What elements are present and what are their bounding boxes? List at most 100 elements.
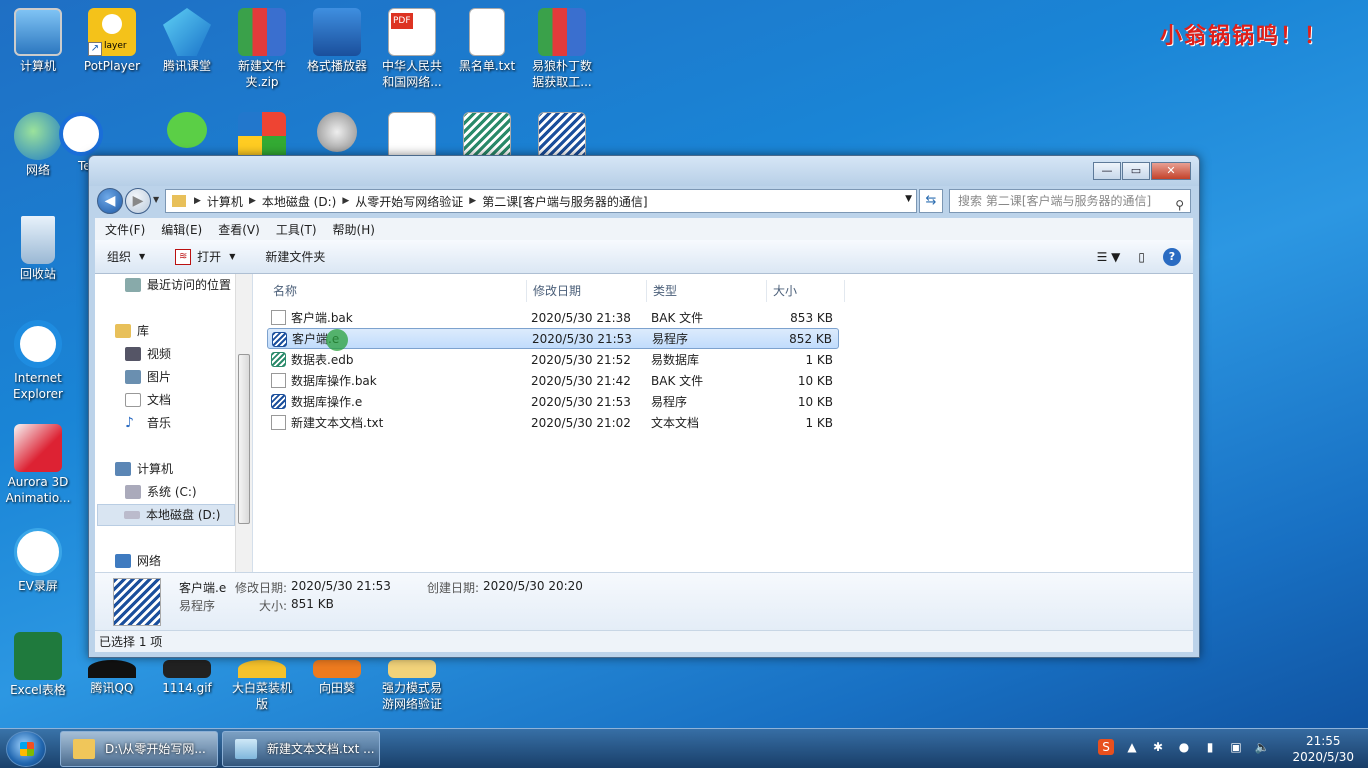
- file-row[interactable]: 新建文本文档.txt 2020/5/30 21:02 文本文档 1 KB: [267, 412, 839, 433]
- address-dropdown-icon[interactable]: ▼: [905, 194, 912, 204]
- e-program-icon: [538, 112, 586, 160]
- breadcrumb-folder[interactable]: 从零开始写网络验证: [355, 193, 463, 210]
- close-button[interactable]: ✕: [1151, 162, 1191, 180]
- breadcrumb-drive-d[interactable]: 本地磁盘 (D:): [262, 193, 336, 210]
- desktop-icon-tools2[interactable]: [302, 112, 372, 154]
- maximize-button[interactable]: ▭: [1122, 162, 1150, 180]
- desktop-icon-ev[interactable]: EV录屏: [3, 528, 73, 594]
- breadcrumb-separator-icon[interactable]: ▶: [194, 196, 201, 206]
- nav-libraries[interactable]: 库: [115, 320, 149, 342]
- file-row-selected[interactable]: 客户端.e 2020/5/30 21:53 易程序 852 KB: [267, 328, 839, 351]
- details-created: 2020/5/30 20:20: [483, 579, 583, 593]
- nav-drive-d[interactable]: 本地磁盘 (D:): [97, 504, 235, 526]
- explorer-window: — ▭ ✕ ◀ ▶ ▼ ▶ 计算机 ▶ 本地磁盘 (D:) ▶ 从零开始写网络验…: [88, 155, 1200, 658]
- pictures-library-icon: [125, 370, 141, 384]
- desktop-icon-computer[interactable]: 计算机: [3, 8, 73, 74]
- nav-pictures[interactable]: 图片: [125, 366, 171, 388]
- desktop-icon-excel[interactable]: Excel表格: [3, 632, 73, 698]
- taskbar-explorer[interactable]: D:\从零开始写网...: [60, 731, 218, 767]
- tray-app-icon[interactable]: ✱: [1150, 739, 1166, 755]
- menu-tools[interactable]: 工具(T): [276, 221, 317, 238]
- file-row[interactable]: 数据表.edb 2020/5/30 21:52 易数据库 1 KB: [267, 349, 839, 370]
- volume-icon[interactable]: 🔈: [1254, 739, 1270, 755]
- new-folder-button[interactable]: 新建文件夹: [265, 248, 325, 265]
- navigation-scrollbar[interactable]: [235, 274, 252, 572]
- nav-documents[interactable]: 文档: [125, 389, 171, 411]
- qq-tray-icon[interactable]: ●: [1176, 739, 1192, 755]
- address-bar[interactable]: ▶ 计算机 ▶ 本地磁盘 (D:) ▶ 从零开始写网络验证 ▶ 第二课[客户端与…: [165, 189, 917, 213]
- breadcrumb-separator-icon[interactable]: ▶: [469, 196, 476, 206]
- computer-icon: [14, 8, 62, 56]
- nav-recent-places[interactable]: 最近访问的位置: [125, 274, 231, 296]
- file-modified: 2020/5/30 21:02: [531, 415, 631, 430]
- scrollbar-thumb[interactable]: [238, 354, 250, 524]
- open-button[interactable]: ≋ 打开 ▼: [175, 248, 235, 265]
- organize-button[interactable]: 组织 ▼: [107, 248, 145, 265]
- desktop-icon-dabaicai[interactable]: 大白菜装机版: [227, 660, 297, 712]
- file-row[interactable]: 数据库操作.bak 2020/5/30 21:42 BAK 文件 10 KB: [267, 370, 839, 391]
- details-modified: 2020/5/30 21:53: [291, 579, 391, 593]
- refresh-button[interactable]: ⇆: [919, 189, 943, 213]
- system-drive-icon: [125, 485, 141, 499]
- start-button[interactable]: [6, 731, 46, 767]
- desktop-icon-zip[interactable]: 新建文件夹.zip: [227, 8, 297, 90]
- desktop-icon-folder[interactable]: 强力模式易游网络验证: [377, 660, 447, 712]
- column-header-modified[interactable]: 修改日期: [527, 280, 647, 302]
- minimize-button[interactable]: —: [1093, 162, 1121, 180]
- usb-device-icon[interactable]: ▮: [1202, 739, 1218, 755]
- file-row[interactable]: 数据库操作.e 2020/5/30 21:53 易程序 10 KB: [267, 391, 839, 412]
- file-row[interactable]: 客户端.bak 2020/5/30 21:38 BAK 文件 853 KB: [267, 307, 839, 328]
- nav-computer[interactable]: 计算机: [115, 458, 173, 480]
- video-player-icon: [313, 8, 361, 56]
- desktop-icon-aurora[interactable]: Aurora 3D Animatio...: [3, 424, 73, 506]
- window-titlebar[interactable]: — ▭ ✕: [89, 156, 1199, 186]
- breadcrumb-separator-icon[interactable]: ▶: [342, 196, 349, 206]
- preview-pane-icon[interactable]: ▯: [1138, 250, 1145, 264]
- desktop-icon-sunflower[interactable]: 向田葵: [302, 660, 372, 696]
- search-icon[interactable]: ⚲: [1175, 194, 1184, 212]
- nav-video[interactable]: 视频: [125, 343, 171, 365]
- forward-button[interactable]: ▶: [125, 188, 151, 214]
- menu-edit[interactable]: 编辑(E): [161, 221, 202, 238]
- history-dropdown-icon[interactable]: ▼: [153, 195, 159, 204]
- nav-network[interactable]: 网络: [115, 550, 161, 572]
- menu-help[interactable]: 帮助(H): [333, 221, 375, 238]
- menu-view[interactable]: 查看(V): [218, 221, 260, 238]
- network-status-icon[interactable]: ▣: [1228, 739, 1244, 755]
- sogou-input-icon[interactable]: S: [1098, 739, 1114, 755]
- clock[interactable]: 21:55 2020/5/30: [1292, 733, 1354, 765]
- recycle-bin-icon: [21, 216, 55, 264]
- desktop-icon-wechat[interactable]: [152, 112, 222, 150]
- search-placeholder: 搜索 第二课[客户端与服务器的通信]: [958, 194, 1152, 208]
- column-header-name[interactable]: 名称: [267, 280, 527, 302]
- desktop-icon-qq[interactable]: 腾讯QQ: [77, 660, 147, 696]
- column-header-type[interactable]: 类型: [647, 280, 767, 302]
- view-controls: ☰ ▼ ▯ ?: [1079, 248, 1181, 266]
- view-options-icon[interactable]: ☰ ▼: [1097, 250, 1121, 264]
- desktop-icon-pdf[interactable]: PDF 中华人民共和国网络...: [377, 8, 447, 90]
- breadcrumb-computer[interactable]: 计算机: [207, 193, 243, 210]
- e-program-icon: [463, 112, 511, 160]
- breadcrumb-separator-icon[interactable]: ▶: [249, 196, 256, 206]
- search-input[interactable]: 搜索 第二课[客户端与服务器的通信] ⚲: [949, 189, 1191, 213]
- help-icon[interactable]: ?: [1163, 248, 1181, 266]
- desktop-icon-blacklist[interactable]: 黑名单.txt: [452, 8, 522, 74]
- doc-icon: [271, 310, 286, 325]
- breadcrumb-current-folder[interactable]: 第二课[客户端与服务器的通信]: [482, 193, 647, 210]
- back-button[interactable]: ◀: [97, 188, 123, 214]
- desktop-icon-recycle-bin[interactable]: 回收站: [3, 216, 73, 282]
- desktop-icon-format-player[interactable]: 格式播放器: [302, 8, 372, 74]
- taskbar-notepad[interactable]: 新建文本文档.txt ...: [222, 731, 380, 767]
- desktop-icon-tool[interactable]: 易狼朴丁数据获取工...: [527, 8, 597, 90]
- menu-file[interactable]: 文件(F): [105, 221, 145, 238]
- desktop-icon-potplayer[interactable]: layer ↗ PotPlayer: [77, 8, 147, 74]
- nav-music[interactable]: ♪ 音乐: [125, 412, 171, 434]
- desktop-icon-ie[interactable]: Internet Explorer: [3, 320, 73, 402]
- desktop-icon-gif[interactable]: 1114.gif: [152, 660, 222, 696]
- nav-drive-c[interactable]: 系统 (C:): [125, 481, 197, 503]
- show-hidden-icons-icon[interactable]: ▲: [1124, 739, 1140, 755]
- desktop-icon-tencent-class[interactable]: 腾讯课堂: [152, 8, 222, 74]
- clock-date: 2020/5/30: [1292, 750, 1354, 764]
- command-bar: 组织 ▼ ≋ 打开 ▼ 新建文件夹 ☰ ▼ ▯ ?: [95, 240, 1193, 274]
- column-header-size[interactable]: 大小: [767, 280, 845, 302]
